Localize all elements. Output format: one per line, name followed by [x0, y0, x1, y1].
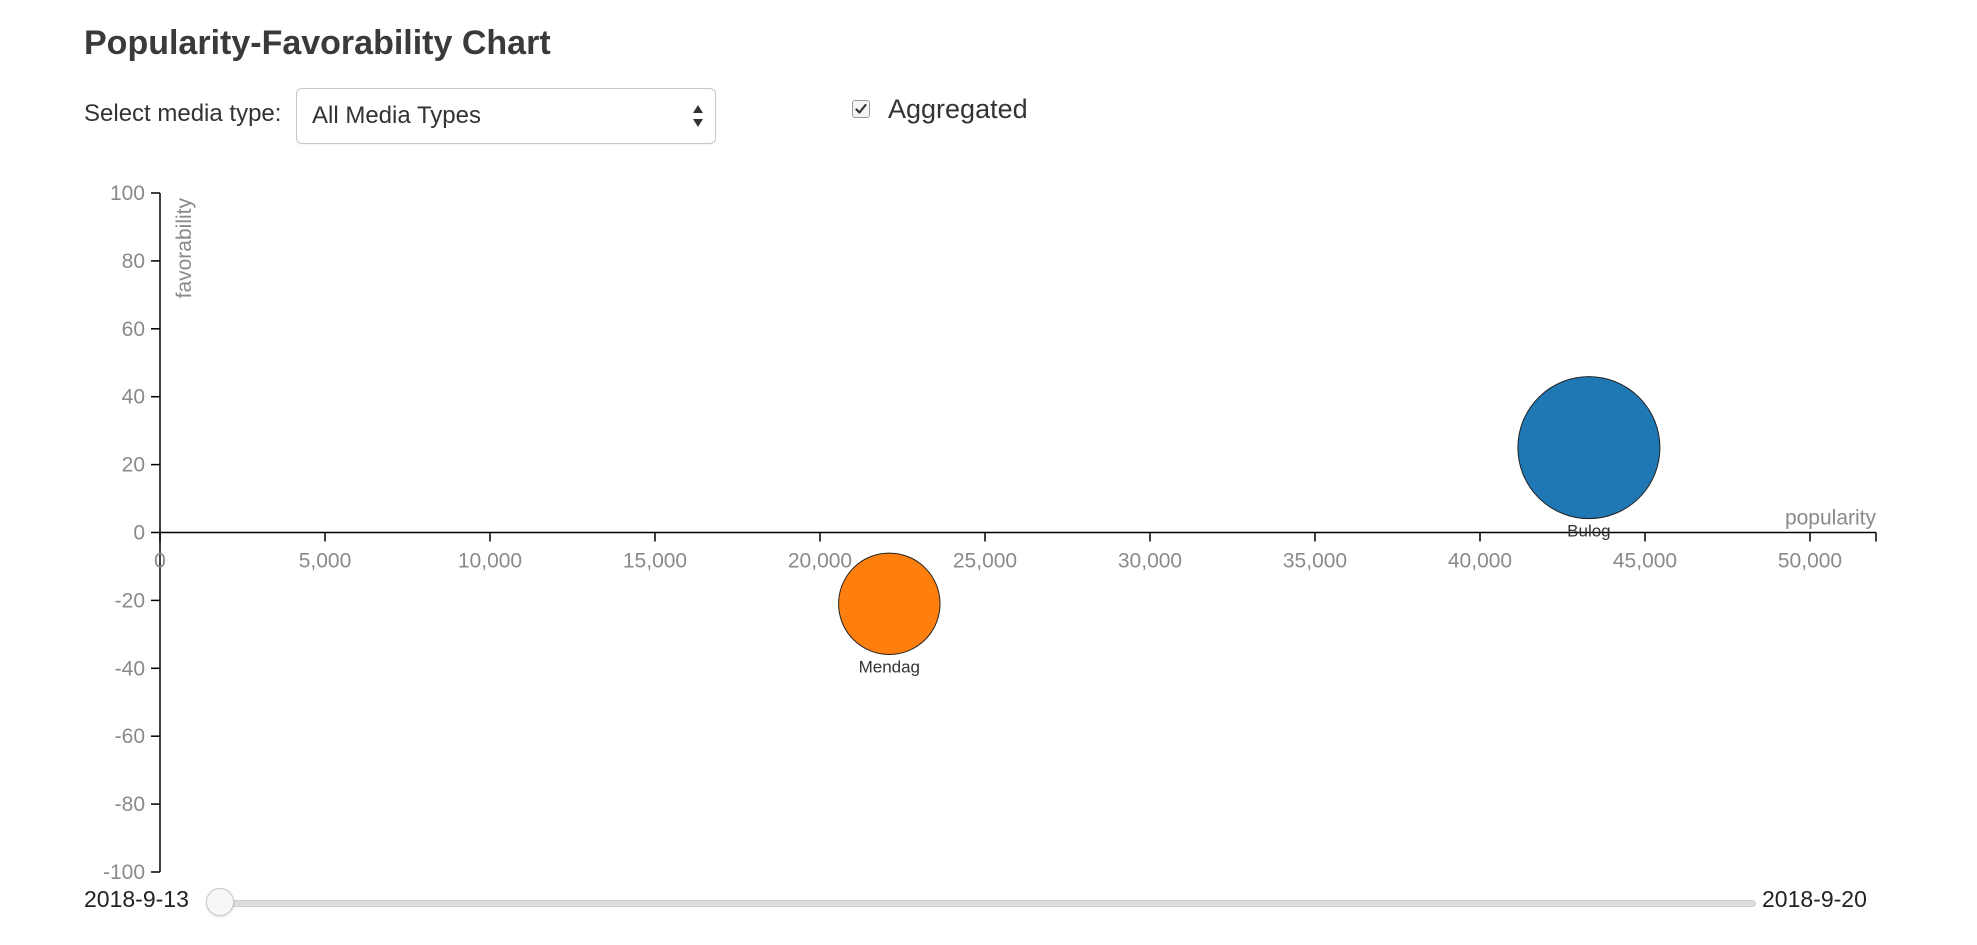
y-tick-label: -20 [115, 589, 145, 612]
bubble-bulog[interactable] [1517, 376, 1661, 520]
x-tick-label: 5,000 [299, 550, 352, 573]
y-tick-label: -60 [115, 725, 145, 748]
y-tick-label: 80 [122, 250, 145, 273]
x-tick-label: 25,000 [953, 550, 1017, 573]
date-slider-start-label: 2018-9-13 [84, 886, 189, 912]
x-tick-label: 10,000 [458, 550, 522, 573]
x-tick-label: 20,000 [788, 550, 852, 573]
page: Popularity-Favorability Chart Select med… [0, 0, 1977, 945]
bubble-label: Mendag [859, 658, 920, 677]
x-tick-label: 45,000 [1613, 550, 1677, 573]
y-tick-label: -40 [115, 657, 145, 680]
x-tick-label: 0 [154, 550, 166, 573]
bubble-mendag[interactable] [838, 552, 941, 656]
y-axis: 100 80 60 40 20 0 -20 -40 -60 -80 -100 [103, 182, 161, 880]
y-tick-label: 40 [122, 386, 145, 409]
bubble-chart: 100 80 60 40 20 0 -20 -40 -60 -80 -100 0 5,000 10,00… [103, 182, 1877, 880]
date-slider-end-label: 2018-9-20 [1762, 886, 1867, 912]
bubble-label: Bulog [1567, 522, 1610, 541]
x-axis: 0 5,000 10,000 15,000 20,000 25,000 30,000 35,0… [154, 531, 1877, 573]
y-tick-label: -100 [103, 861, 145, 880]
date-slider-track[interactable] [218, 900, 1756, 907]
y-tick-label: 100 [110, 182, 145, 205]
date-slider-handle[interactable] [206, 888, 234, 916]
x-tick-label: 15,000 [623, 550, 687, 573]
y-axis-title: favorability [173, 198, 196, 299]
x-tick-label: 50,000 [1778, 550, 1842, 573]
y-tick-label: -80 [115, 793, 145, 816]
y-tick-label: 20 [122, 454, 145, 477]
x-axis-title: popularity [1785, 507, 1877, 530]
x-tick-label: 35,000 [1283, 550, 1347, 573]
x-tick-label: 30,000 [1118, 550, 1182, 573]
y-tick-label: 60 [122, 318, 145, 341]
bubbles: Bulog Mendag [838, 376, 1661, 677]
y-tick-label: 0 [133, 522, 145, 545]
x-tick-label: 40,000 [1448, 550, 1512, 573]
